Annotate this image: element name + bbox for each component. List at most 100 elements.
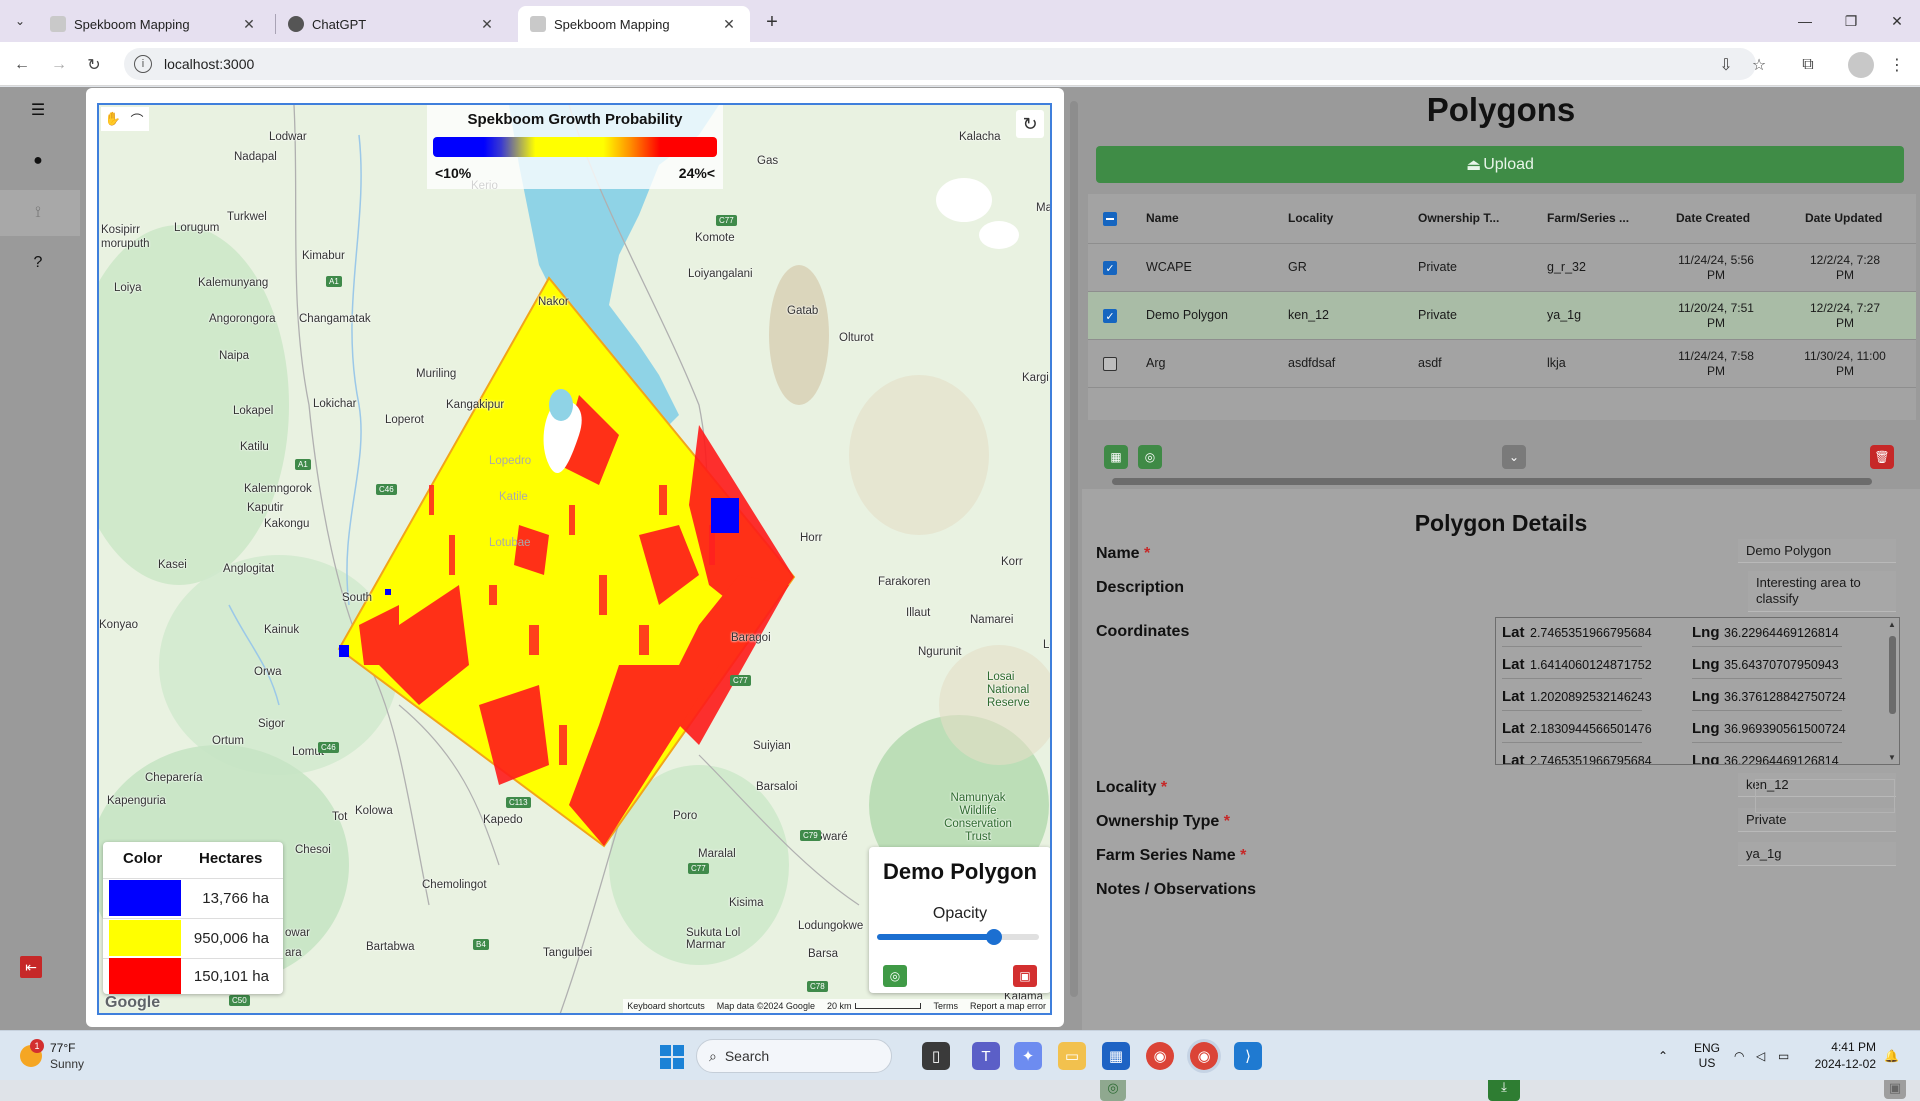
chrome-icon[interactable]: ◉ <box>1146 1042 1174 1070</box>
clock[interactable]: 4:41 PM 2024-12-02 <box>1815 1039 1876 1073</box>
close-tab-icon[interactable]: ✕ <box>720 16 738 33</box>
browser-tab-active[interactable]: Spekboom Mapping ✕ <box>518 6 750 42</box>
page-scrollbar[interactable] <box>1070 101 1078 997</box>
place-label: Kangakipur <box>446 399 505 411</box>
task-view-icon[interactable]: ▯ <box>922 1042 950 1070</box>
report-map-error-link[interactable]: Report a map error <box>970 1001 1046 1011</box>
column-header[interactable]: Ownership T... <box>1418 211 1499 225</box>
hamburger-menu-icon[interactable]: ☰ <box>22 94 54 126</box>
bookmark-star-icon[interactable]: ☆ <box>1746 52 1772 78</box>
place-label: Kolowa <box>355 805 393 817</box>
terms-link[interactable]: Terms <box>933 1001 958 1011</box>
extensions-icon[interactable]: ⧉ <box>1795 52 1821 78</box>
url-bar[interactable]: i localhost:3000 <box>124 48 1756 80</box>
map-nav-icon[interactable]: ⟟ <box>22 197 54 229</box>
row-checkbox[interactable] <box>1103 357 1117 371</box>
browser-tab[interactable]: ChatGPT ✕ <box>276 6 508 42</box>
table-row-selected[interactable]: ✓ Demo Polygon ken_12 Private ya_1g 11/2… <box>1088 292 1916 340</box>
description-field[interactable]: Interesting area to classify <box>1748 571 1896 612</box>
place-label: Chesoi <box>295 844 331 856</box>
notes-field[interactable] <box>1755 779 1895 813</box>
keyboard-shortcuts-link[interactable]: Keyboard shortcuts <box>627 1001 705 1011</box>
lng-value[interactable]: 36.22964469126814 <box>1724 626 1839 640</box>
wifi-icon[interactable]: ◠ <box>1734 1031 1744 1081</box>
row-checkbox[interactable]: ✓ <box>1103 261 1117 275</box>
name-field[interactable]: Demo Polygon <box>1738 539 1896 563</box>
battery-icon[interactable]: ▭ <box>1778 1031 1789 1081</box>
vscode-icon[interactable]: ⟩ <box>1234 1042 1262 1070</box>
table-row[interactable]: ✓ WCAPE GR Private g_r_32 11/24/24, 5:56… <box>1088 244 1916 292</box>
hide-polygon-icon[interactable]: ▣ <box>1013 965 1037 987</box>
taskbar-search[interactable]: ⌕ Search <box>696 1039 892 1073</box>
opacity-slider[interactable] <box>877 929 1039 945</box>
column-header[interactable]: Date Updated <box>1805 211 1882 225</box>
farm-series-field[interactable]: ya_1g <box>1738 842 1896 866</box>
lng-value[interactable]: 36.376128842750724 <box>1724 690 1846 704</box>
pan-hand-icon[interactable]: ✋ <box>101 107 125 131</box>
start-icon[interactable] <box>660 1045 684 1069</box>
view-map-button[interactable]: ▦ <box>1104 445 1128 469</box>
input-language[interactable]: ENG US <box>1694 1031 1720 1081</box>
coordinates-scrollbar[interactable]: ▲ ▼ <box>1887 620 1897 762</box>
delete-button[interactable]: 🗑 <box>1870 445 1894 469</box>
map-view[interactable]: Lodwar Nadapal Kosipirr moruputh Lorugum… <box>97 103 1052 1015</box>
table-horizontal-scrollbar[interactable] <box>1112 478 1872 485</box>
minimize-icon[interactable]: — <box>1782 0 1828 42</box>
lat-value[interactable]: 2.74653519667956​84 <box>1530 626 1652 640</box>
logout-icon[interactable]: ⇤ <box>20 956 42 978</box>
teams-icon[interactable]: T <box>972 1042 1000 1070</box>
store-icon[interactable]: ▦ <box>1102 1042 1130 1070</box>
tray-chevron-icon[interactable]: ⌃ <box>1658 1031 1668 1081</box>
scroll-up-icon[interactable]: ▲ <box>1888 620 1896 629</box>
table-row[interactable]: Arg asdfdsaf asdf lkja 11/24/24, 7:58 PM… <box>1088 340 1916 388</box>
column-header[interactable]: Farm/Series ... <box>1547 211 1629 225</box>
lat-value[interactable]: 1.2020892532146243 <box>1530 690 1652 704</box>
name-label-text: Name <box>1096 545 1140 562</box>
column-header[interactable]: Date Created <box>1676 211 1750 225</box>
locate-button[interactable]: ◎ <box>1138 445 1162 469</box>
close-tab-icon[interactable]: ✕ <box>240 16 258 33</box>
lat-value[interactable]: 1.6414060124871752 <box>1530 658 1652 672</box>
lng-value[interactable]: 35.64370707950943 <box>1724 658 1839 672</box>
install-app-icon[interactable]: ⇩ <box>1713 52 1739 78</box>
volume-icon[interactable]: ◁ <box>1756 1031 1765 1081</box>
refresh-icon[interactable]: ↻ <box>1016 110 1044 138</box>
copilot-icon[interactable]: ✦ <box>1014 1042 1042 1070</box>
draw-polygon-icon[interactable]: ⌒ <box>125 107 149 131</box>
opacity-slider-thumb[interactable] <box>985 929 1002 945</box>
lng-value[interactable]: 36.22964469126814 <box>1724 754 1839 764</box>
close-window-icon[interactable]: ✕ <box>1874 0 1920 42</box>
profile-avatar-icon[interactable] <box>1848 52 1874 78</box>
site-info-icon[interactable]: i <box>134 55 152 73</box>
scroll-down-icon[interactable]: ▼ <box>1888 753 1896 762</box>
help-icon[interactable]: ? <box>22 247 54 279</box>
lat-value[interactable]: 2.1830944566501476 <box>1530 722 1652 736</box>
lang-top: ENG <box>1694 1041 1721 1055</box>
column-header[interactable]: Locality <box>1288 211 1333 225</box>
row-checkbox[interactable]: ✓ <box>1103 309 1117 323</box>
file-explorer-icon[interactable]: ▭ <box>1058 1042 1086 1070</box>
forward-icon[interactable]: → <box>46 52 72 78</box>
reload-icon[interactable]: ↻ <box>81 52 107 78</box>
lat-value[interactable]: 2.7465351966795684 <box>1530 754 1652 764</box>
expand-chevron-button[interactable]: ⌄ <box>1502 445 1526 469</box>
notifications-bell-icon[interactable]: 🔔 <box>1884 1031 1899 1081</box>
upload-button[interactable]: ⏏ Upload <box>1096 146 1904 183</box>
locate-polygon-icon[interactable]: ◎ <box>883 965 907 987</box>
column-header[interactable]: Name <box>1146 211 1179 225</box>
lng-value[interactable]: 36.969390561500724 <box>1724 722 1846 736</box>
back-icon[interactable]: ← <box>9 52 35 78</box>
tab-search-chevron-icon[interactable]: ⌄ <box>10 11 30 31</box>
weather-widget[interactable]: 1 77°F Sunny <box>18 1039 138 1073</box>
restore-icon[interactable]: ❐ <box>1828 0 1874 42</box>
coordinates-list[interactable]: Lat 2.74653519667956​84 Lng 36.229644691… <box>1495 617 1900 765</box>
select-all-checkbox[interactable] <box>1103 212 1117 226</box>
browser-tab[interactable]: Spekboom Mapping ✕ <box>38 6 270 42</box>
close-tab-icon[interactable]: ✕ <box>478 16 496 33</box>
scroll-thumb[interactable] <box>1889 636 1896 714</box>
account-icon[interactable]: ● <box>22 145 54 177</box>
new-tab-icon[interactable]: + <box>758 8 786 36</box>
browser-menu-icon[interactable]: ⋮ <box>1884 52 1910 78</box>
scale-control[interactable]: 20 km <box>827 1001 922 1011</box>
chrome-profile-icon[interactable]: ◉ <box>1190 1042 1218 1070</box>
